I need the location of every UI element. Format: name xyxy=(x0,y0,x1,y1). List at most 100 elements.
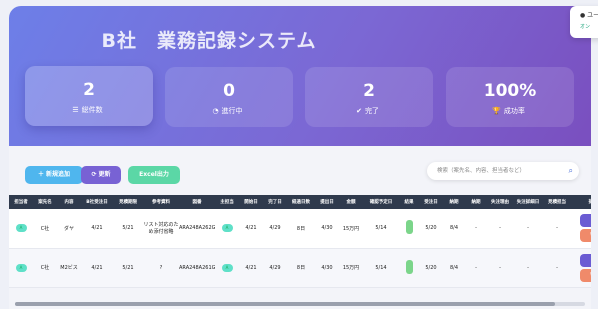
stat-value: 2 xyxy=(363,81,375,101)
stat-label: 進行中 xyxy=(221,107,243,115)
column-header[interactable]: 失注詳細日 xyxy=(513,195,543,209)
table-cell: - xyxy=(465,209,487,249)
delete-button[interactable]: 🗑 xyxy=(580,268,591,282)
column-header[interactable]: 図番 xyxy=(179,195,215,209)
column-header[interactable]: 担当者 xyxy=(9,195,33,209)
table-cell: - xyxy=(513,209,543,249)
assignee-badge: A xyxy=(15,263,27,272)
column-header[interactable]: 納期 xyxy=(443,195,465,209)
trophy-icon: 🏆 xyxy=(492,107,501,115)
user-label: ユー xyxy=(587,12,598,19)
table-cell: 8日 xyxy=(287,209,315,249)
table-cell: ダヤ xyxy=(57,209,81,249)
column-header[interactable]: 提出日 xyxy=(315,195,339,209)
column-header[interactable]: 結果 xyxy=(399,195,419,209)
table-cell: 4/21 xyxy=(239,248,263,288)
column-header[interactable]: 完了日 xyxy=(263,195,287,209)
table-cell: 4/30 xyxy=(315,209,339,249)
table-header-row: 担当者 案先名 内容 B社受注日 見積期限 参考資料 図番 主担当 開始日 完了… xyxy=(9,195,591,209)
edit-button[interactable]: ✎ xyxy=(580,214,591,228)
table-cell: 15万円 xyxy=(339,248,363,288)
trash-icon: 🗑 xyxy=(589,272,591,279)
table-cell: 15万円 xyxy=(339,209,363,249)
delete-button[interactable]: 🗑 xyxy=(580,229,591,243)
column-header[interactable]: 参考資料 xyxy=(143,195,179,209)
list-icon: ☰ xyxy=(72,106,79,114)
stat-value: 2 xyxy=(83,80,95,100)
column-header[interactable]: 経過日数 xyxy=(287,195,315,209)
header-banner: B社 業務記録システム 2 ☰ 総件数 0 ◔ 進行中 2 ✔ 完了 100% 🏆 成功… xyxy=(9,6,591,146)
table-row[interactable]: A C社 ダヤ 4/21 5/21 リスト対応のため添付省略 ARA248A26… xyxy=(9,209,591,249)
owner-badge: A xyxy=(221,263,233,272)
user-menu[interactable]: ● ユー オン xyxy=(570,6,598,38)
user-icon: ● xyxy=(580,12,586,19)
column-header[interactable]: 案先名 xyxy=(33,195,57,209)
table-cell: ? xyxy=(143,248,179,288)
table-row[interactable]: A C社 M2ビス 4/21 5/21 ? ARA248A261G A 4/21… xyxy=(9,248,591,288)
table-cell: 4/21 xyxy=(81,248,113,288)
column-header[interactable]: 見積担当 xyxy=(543,195,571,209)
column-header[interactable]: 内容 xyxy=(57,195,81,209)
online-status: オン xyxy=(580,24,591,30)
table-cell: - xyxy=(543,248,571,288)
column-header[interactable]: 失注理由 xyxy=(487,195,513,209)
table-cell: - xyxy=(543,209,571,249)
table-cell: リスト対応のため添付省略 xyxy=(143,209,179,249)
table-cell: 4/21 xyxy=(239,209,263,249)
edit-icon: ✎ xyxy=(590,257,591,264)
column-header[interactable]: 確認予定日 xyxy=(363,195,399,209)
table-cell: M2ビス xyxy=(57,248,81,288)
stat-card-total: 2 ☰ 総件数 xyxy=(25,66,153,126)
column-header[interactable]: 開始日 xyxy=(239,195,263,209)
stat-label: 総件数 xyxy=(81,106,103,114)
table-cell: 5/14 xyxy=(363,209,399,249)
column-header[interactable]: 主担当 xyxy=(215,195,239,209)
table-cell: 8/4 xyxy=(443,248,465,288)
table-cell: ARA248A262G xyxy=(179,209,215,249)
column-header[interactable]: 金額 xyxy=(339,195,363,209)
table-cell: 5/21 xyxy=(113,248,143,288)
assignee-badge: A xyxy=(15,224,27,233)
table-cell: 5/14 xyxy=(363,248,399,288)
add-new-button[interactable]: ＋ 新規追加 xyxy=(25,166,83,184)
column-header[interactable]: 納期 xyxy=(465,195,487,209)
table-cell: 4/29 xyxy=(263,248,287,288)
column-header[interactable]: B社受注日 xyxy=(81,195,113,209)
trash-icon: 🗑 xyxy=(589,232,591,239)
search-icon[interactable]: ⌕ xyxy=(569,162,573,180)
table-cell: 4/29 xyxy=(263,209,287,249)
horizontal-scrollbar[interactable] xyxy=(15,302,585,306)
app-frame: B社 業務記録システム 2 ☰ 総件数 0 ◔ 進行中 2 ✔ 完了 100% 🏆 成功… xyxy=(9,6,591,309)
scrollbar-thumb[interactable] xyxy=(15,302,555,306)
owner-badge: A xyxy=(221,224,233,233)
edit-icon: ✎ xyxy=(590,217,591,224)
stat-value: 100% xyxy=(483,81,537,101)
table-cell: 4/30 xyxy=(315,248,339,288)
stat-card-success-rate: 100% 🏆 成功率 xyxy=(446,67,574,127)
records-table: 担当者 案先名 内容 B社受注日 見積期限 参考資料 図番 主担当 開始日 完了… xyxy=(9,195,591,288)
table-cell: - xyxy=(487,209,513,249)
stat-card-done: 2 ✔ 完了 xyxy=(305,67,433,127)
table-cell: - xyxy=(487,248,513,288)
column-header[interactable]: 見積期限 xyxy=(113,195,143,209)
table-cell: 4/21 xyxy=(81,209,113,249)
table-cell: C社 xyxy=(33,209,57,249)
search-placeholder: 検索（案先名、内容、担当者など） xyxy=(437,168,526,174)
table-cell: C社 xyxy=(33,248,57,288)
column-header[interactable]: 受注日 xyxy=(419,195,443,209)
table-cell: 5/21 xyxy=(113,209,143,249)
table-cell: 8日 xyxy=(287,248,315,288)
page-title: B社 業務記録システム xyxy=(101,30,317,52)
table-cell: ARA248A261G xyxy=(179,248,215,288)
stat-value: 0 xyxy=(223,81,235,101)
table-cell: 5/20 xyxy=(419,248,443,288)
table-cell: 5/20 xyxy=(419,209,443,249)
edit-button[interactable]: ✎ xyxy=(580,253,591,267)
result-tag xyxy=(405,259,413,274)
search-input[interactable]: 検索（案先名、内容、担当者など） ⌕ xyxy=(427,162,579,180)
table-cell: - xyxy=(513,248,543,288)
refresh-button[interactable]: ⟳ 更新 xyxy=(81,166,121,184)
excel-export-button[interactable]: Excel出力 xyxy=(128,166,180,184)
column-header[interactable]: 操作 xyxy=(571,195,591,209)
check-icon: ✔ xyxy=(356,107,362,115)
